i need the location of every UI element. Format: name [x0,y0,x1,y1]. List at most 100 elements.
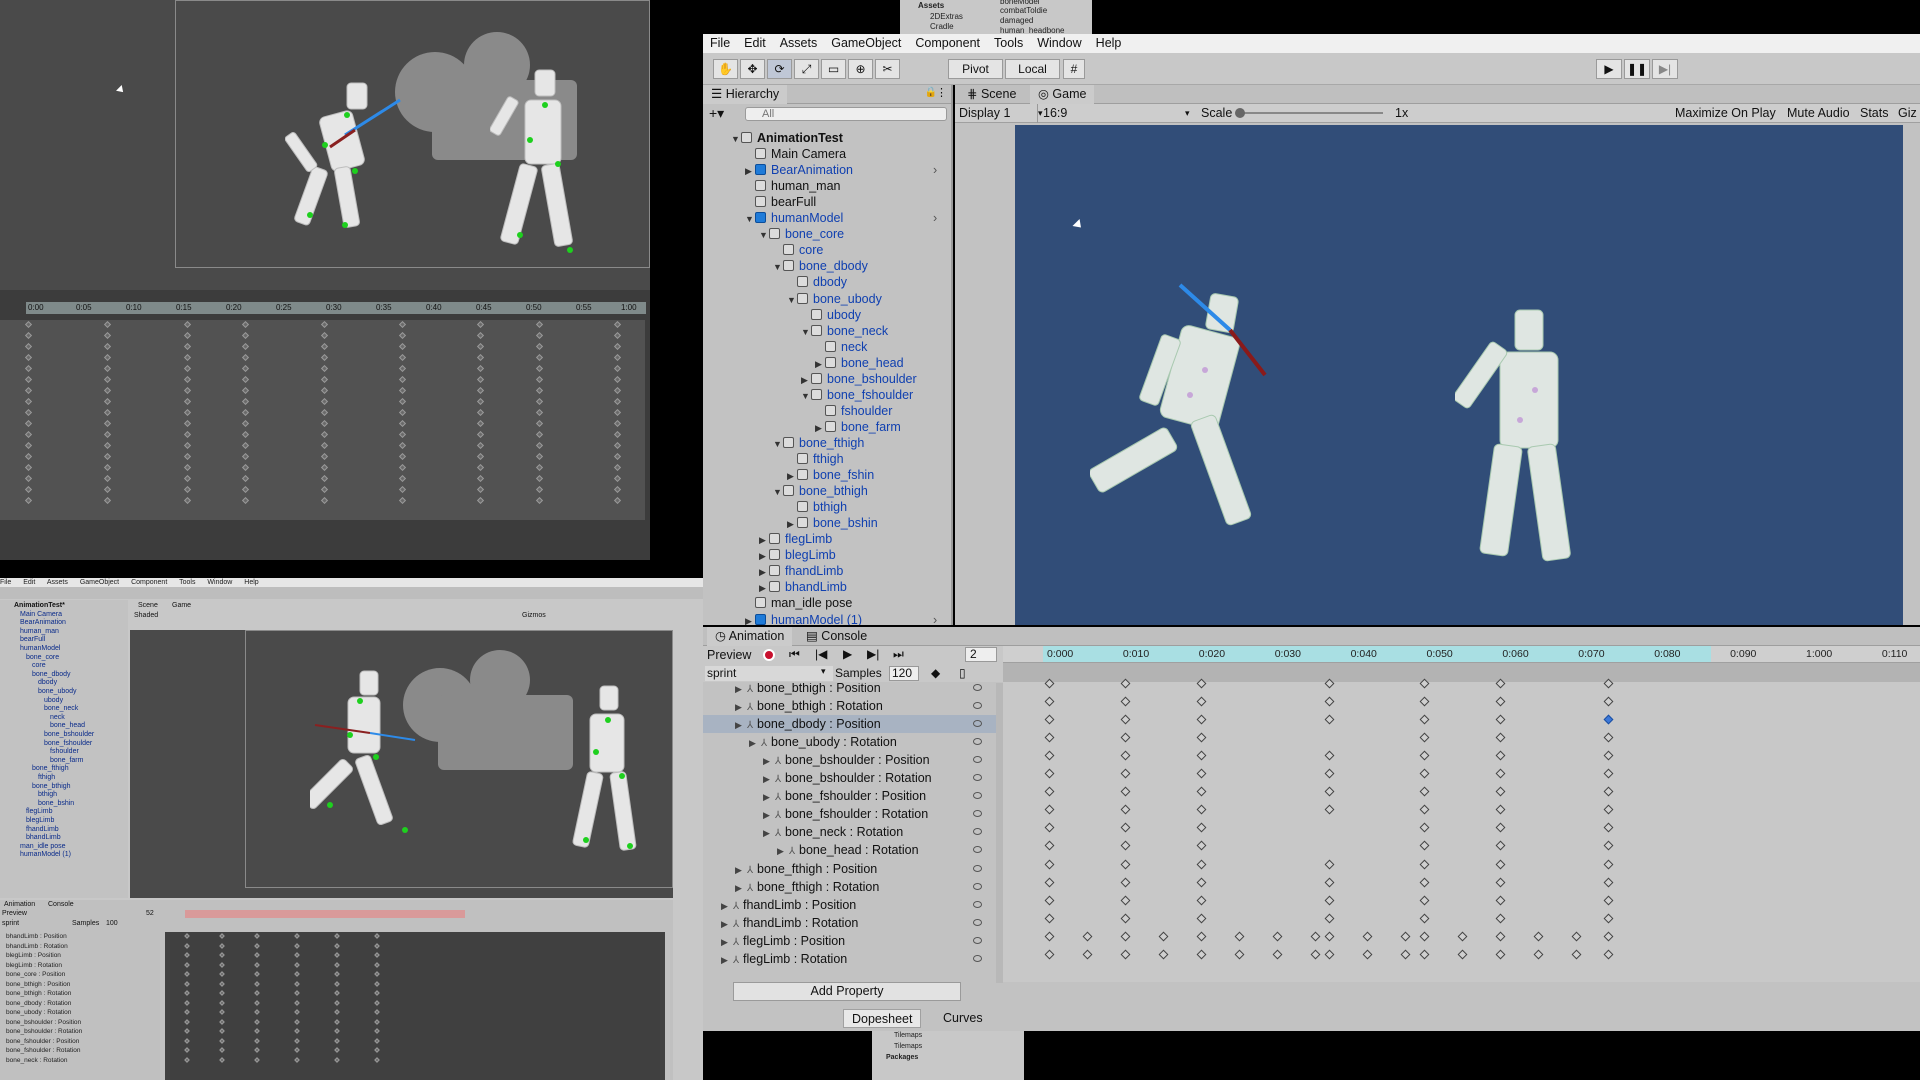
keyframe-diamond[interactable] [294,961,300,968]
keyframe-diamond[interactable] [613,320,622,329]
expanded-triangle-icon[interactable]: ▼ [773,436,783,452]
keyframe-diamond[interactable] [103,485,112,494]
property-options-icon[interactable] [973,900,982,908]
keyframe-diamond[interactable] [398,430,407,439]
keyframe-diamond[interactable] [294,999,300,1006]
animation-property-row[interactable]: ▶ ⅄ bone_head : Rotation [703,841,1003,859]
keyframe-diamond[interactable] [24,474,33,483]
bl-hierarchy-item[interactable]: fshoulder [50,748,79,757]
keyframe-diamond[interactable] [241,452,250,461]
property-options-icon[interactable] [973,792,982,800]
expanded-triangle-icon[interactable]: ▼ [745,211,755,227]
hierarchy-item[interactable]: ▶ bone_bshoulder [801,371,917,387]
collapsed-triangle-icon[interactable]: ▶ [735,861,747,879]
bl-hierarchy-item[interactable]: ubody [44,697,63,706]
keyframe-diamond[interactable] [1495,859,1506,869]
keyframe-diamond[interactable] [1120,714,1131,725]
keyframe-diamond[interactable] [1419,913,1430,924]
keyframe-diamond[interactable] [183,474,192,483]
keyframe-diamond[interactable] [613,342,622,351]
keyframe-diamond[interactable] [535,441,544,450]
keyframe-diamond[interactable] [1120,949,1131,960]
keyframe-diamond[interactable] [1120,895,1131,906]
tab-curves[interactable]: Curves [935,1009,991,1028]
keyframe-diamond[interactable] [374,1037,380,1044]
add-event-icon[interactable]: ▯ [959,666,966,680]
collapsed-triangle-icon[interactable]: ▶ [759,580,769,596]
property-options-icon[interactable] [973,738,982,746]
keyframe-diamond[interactable] [1082,949,1093,960]
collapsed-triangle-icon[interactable]: ▶ [721,915,733,933]
menu-help[interactable]: Help [1089,34,1129,53]
keyframe-diamond[interactable] [476,397,485,406]
bl-hierarchy-item[interactable]: bone_ubody [38,688,77,697]
keyframe-diamond[interactable] [613,452,622,461]
property-options-icon[interactable] [973,936,982,944]
menu-tools[interactable]: Tools [987,34,1030,53]
keyframe-diamond[interactable] [1603,913,1614,924]
keyframe-diamond[interactable] [613,375,622,384]
bl-hierarchy-item[interactable]: bone_farm [50,757,83,766]
keyframe-diamond[interactable] [334,999,340,1006]
keyframe-diamond[interactable] [24,353,33,362]
keyframe-diamond[interactable] [535,342,544,351]
keyframe-diamond[interactable] [254,961,260,968]
keyframe-diamond[interactable] [1495,877,1506,887]
maximize-on-play-toggle[interactable]: Maximize On Play [1675,104,1776,123]
bl-hierarchy-item[interactable]: bone_neck [44,705,78,714]
menu-component[interactable]: Component [908,34,987,53]
keyframe-diamond[interactable] [1272,949,1283,960]
keyframe-diamond[interactable] [219,1037,225,1044]
keyframe-diamond[interactable] [398,408,407,417]
keyframe-diamond[interactable] [1419,949,1430,960]
keyframe-diamond[interactable] [1419,804,1430,815]
keyframe-diamond[interactable] [1044,786,1055,797]
keyframe-diamond[interactable] [183,375,192,384]
keyframe-diamond[interactable] [334,1056,340,1063]
keyframe-diamond[interactable] [1419,786,1430,797]
collapsed-triangle-icon[interactable]: ▶ [763,770,775,788]
keyframe-diamond[interactable] [476,463,485,472]
keyframe-diamond[interactable] [184,1056,190,1063]
hierarchy-item[interactable]: ▶ humanModel (1) › [745,612,937,626]
bl-property-list[interactable]: bhandLimb : Position bhandLimb : Rotation… [0,932,162,1065]
bl-menu-item[interactable]: Help [244,579,258,586]
keyframe-diamond[interactable] [320,419,329,428]
keyframe-diamond[interactable] [1196,732,1207,743]
keyframe-diamond[interactable] [398,441,407,450]
collapsed-triangle-icon[interactable]: ▶ [735,698,747,716]
keyframe-diamond[interactable] [320,463,329,472]
keyframe-diamond[interactable] [1196,822,1207,833]
snap-button[interactable]: # [1063,59,1085,79]
bl-tab-game[interactable]: Game [172,602,191,609]
keyframe-diamond[interactable] [535,386,544,395]
bl-samples-field[interactable]: 100 [106,920,118,927]
frame-field[interactable]: 2 [965,647,997,662]
keyframe-diamond[interactable] [1044,714,1055,725]
keyframe-diamond[interactable] [535,419,544,428]
keyframe-diamond[interactable] [219,971,225,977]
keyframe-diamond[interactable] [476,474,485,483]
keyframe-diamond[interactable] [535,430,544,439]
keyframe-diamond[interactable] [1044,822,1055,833]
keyframe-diamond[interactable] [183,463,192,472]
project-item[interactable]: Cradle [930,22,954,31]
keyframe-diamond[interactable] [103,331,112,340]
keyframe-diamond[interactable] [374,1047,380,1053]
keyframe-diamond[interactable] [294,952,300,958]
animation-property-row[interactable]: ▶ ⅄ bone_fthigh : Rotation [703,878,1003,896]
keyframe-diamond[interactable] [1044,949,1055,960]
keyframe-diamond[interactable] [476,452,485,461]
bl-property-row[interactable]: bone_bshoulder : Rotation [0,1027,162,1037]
keyframe-diamond[interactable] [1603,804,1614,815]
keyframe-diamond[interactable] [1495,732,1506,743]
keyframe-diamond[interactable] [1120,750,1131,761]
property-options-icon[interactable] [973,954,982,962]
keyframe-diamond[interactable] [24,430,33,439]
game-viewport[interactable] [1015,125,1903,625]
keyframe-diamond[interactable] [103,386,112,395]
bl-menu-item[interactable]: Tools [179,579,195,586]
keyframe-diamond[interactable] [103,375,112,384]
bl-menu-item[interactable]: Window [207,579,232,586]
keyframe-diamond[interactable] [476,331,485,340]
